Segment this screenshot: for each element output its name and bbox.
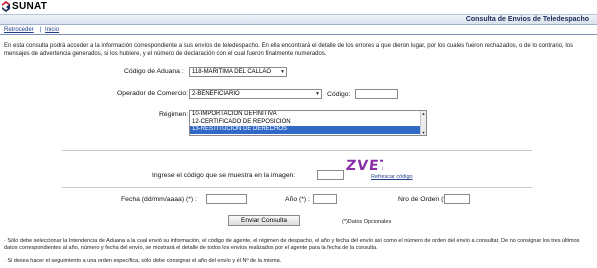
captcha-image: ZVET <box>345 158 383 173</box>
chevron-down-icon: ▼ <box>280 69 285 75</box>
captcha-input[interactable] <box>317 170 344 180</box>
nav-bar: Retroceder | Inicio <box>0 25 597 35</box>
sunat-logo-icon <box>2 1 10 12</box>
orden-input[interactable] <box>444 194 470 204</box>
title-bar: Consulta de Envios de Teledespacho <box>0 14 597 25</box>
aduana-label: Código de Aduana : <box>124 68 184 75</box>
operador-select[interactable]: 2-BENEFICIARIO ▼ <box>189 89 322 99</box>
refresh-captcha-link[interactable]: Refrescar código <box>371 174 413 180</box>
regimen-option[interactable]: 10-IMPORTACION DEFINITIVA <box>190 111 426 119</box>
brand-name: SUNAT <box>12 1 48 12</box>
divider <box>62 187 532 188</box>
fecha-input[interactable] <box>206 194 247 204</box>
codigo-input[interactable] <box>355 89 398 99</box>
chevron-down-icon: ▼ <box>315 91 320 97</box>
operador-label: Operador de Comercio: <box>117 90 189 97</box>
regimen-option-selected[interactable]: 13-RESTITUCION DE DERECHOS <box>190 126 426 134</box>
back-link[interactable]: Retroceder <box>4 27 34 33</box>
regimen-option[interactable]: 12-CERTIFICADO DE REPOSICION <box>190 119 426 127</box>
submit-button[interactable]: Enviar Consulta <box>228 215 300 226</box>
fecha-label: Fecha (dd/mm/aaaa) (*) : <box>121 196 197 203</box>
codigo-label: Código: <box>327 91 351 98</box>
intro-text: En esta consulta podrá acceder a la info… <box>4 43 574 57</box>
divider <box>62 150 532 151</box>
nav-separator: | <box>40 27 42 33</box>
home-link[interactable]: Inicio <box>45 27 59 33</box>
captcha-text: ZVET <box>345 158 383 173</box>
regimen-listbox[interactable]: 10-IMPORTACION DEFINITIVA 12-CERTIFICADO… <box>189 110 427 136</box>
captcha-label: Ingrese el código que se muestra en la i… <box>152 172 296 179</box>
anio-input[interactable] <box>313 194 337 204</box>
aduana-select-value: 118-MARITIMA DEL CALLAO <box>192 69 272 75</box>
sunat-logo: SUNAT <box>2 1 47 12</box>
scroll-up-icon[interactable]: ▲ <box>421 111 426 116</box>
page-title: Consulta de Envios de Teledespacho <box>465 16 589 23</box>
operador-select-value: 2-BENEFICIARIO <box>192 91 240 97</box>
regimen-label: Régimen: <box>159 111 189 118</box>
help-note: · Sólo debe seleccionar la Intendencia d… <box>4 238 580 251</box>
help-note: · Si desea hacer el seguimiento a una or… <box>4 258 282 264</box>
listbox-scrollbar[interactable]: ▲ ▼ <box>420 111 426 135</box>
scroll-down-icon[interactable]: ▼ <box>421 130 426 135</box>
optional-note: (*)Datos Opcionales <box>342 219 392 225</box>
anio-label: Año (*) : <box>285 196 310 203</box>
aduana-select[interactable]: 118-MARITIMA DEL CALLAO ▼ <box>189 67 287 77</box>
top-bar: SUNAT <box>0 0 597 13</box>
